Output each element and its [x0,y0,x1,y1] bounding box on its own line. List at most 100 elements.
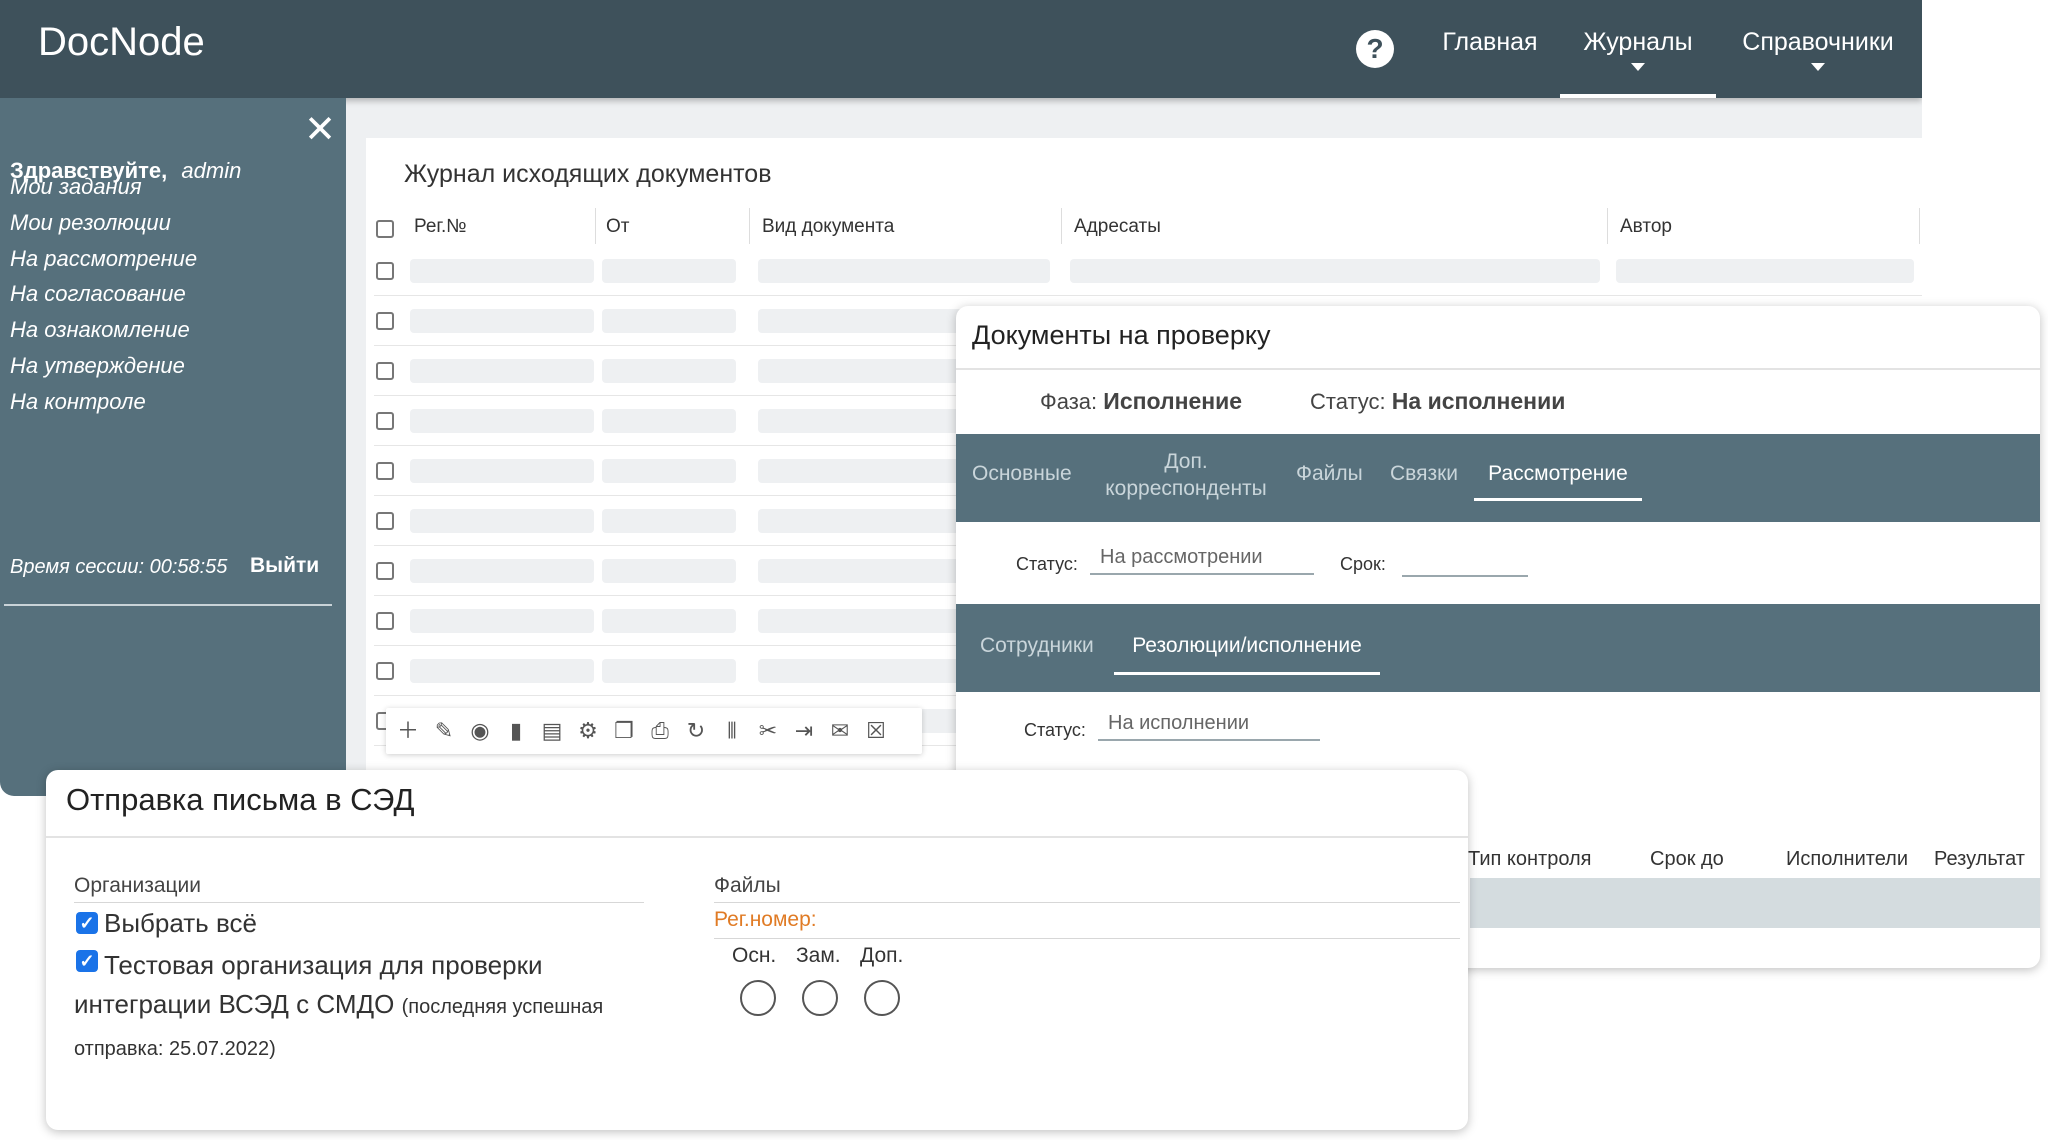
app-logo[interactable]: DocNode [38,20,205,65]
help-icon[interactable]: ? [1356,30,1394,68]
sidebar-item-for-review[interactable]: На рассмотрение [10,246,197,272]
reg-number-label: Рег.номер: [714,908,817,931]
sidebar-item-for-acquaintance[interactable]: На ознакомление [10,317,190,343]
review-status-field[interactable]: На рассмотрении [1090,546,1314,575]
nav-references-label: Справочники [1742,28,1894,56]
file-type-main-radio[interactable] [740,980,776,1016]
sidebar-item-for-confirmation[interactable]: На утверждение [10,353,185,379]
row-toolbar: ＋ ✎ ◉ ▮ ▤ ⚙ ❐ ⎙ ↻ ⦀ ✂ ⇥ ✉ ☒ [386,708,922,754]
table-row[interactable] [374,246,1922,296]
exec-status-field[interactable]: На исполнении [1098,712,1320,741]
clear-filter-icon[interactable]: ✂ [754,717,782,745]
phase-info: Фаза: Исполнение [1040,388,1242,415]
tab-files[interactable]: Файлы [1296,462,1363,486]
excel-icon[interactable]: ☒ [862,717,890,745]
deadline-field[interactable] [1402,546,1528,577]
edit-form-icon[interactable]: ▤ [538,717,566,745]
divider [956,368,2040,370]
sidebar-item-on-control[interactable]: На контроле [10,389,146,415]
review-panel-title: Документы на проверку [972,320,1271,350]
divider [714,938,1460,939]
row-checkbox[interactable] [376,462,394,480]
column-header-from[interactable]: От [600,208,750,244]
column-header-control-type[interactable]: Тип контроля [1468,848,1592,871]
row-checkbox[interactable] [376,262,394,280]
dialog-title: Отправка письма в СЭД [66,782,415,817]
review-status-label: Статус: [1016,554,1078,574]
row-checkbox[interactable] [376,612,394,630]
user-name: admin [181,158,242,183]
row-checkbox[interactable] [376,312,394,330]
column-header-result[interactable]: Результат [1934,848,2025,871]
divider [46,836,1468,838]
column-header-due-date[interactable]: Срок до [1650,848,1724,871]
select-all-checkbox[interactable] [376,220,394,238]
tab-resolutions[interactable]: Резолюции/исполнение [1114,634,1380,675]
nav-home-label: Главная [1442,28,1538,56]
row-checkbox[interactable] [376,412,394,430]
column-header-reg-number[interactable]: Рег.№ [408,208,596,244]
row-checkbox[interactable] [376,562,394,580]
comment-icon[interactable]: ✉ [826,717,854,745]
row-checkbox[interactable] [376,362,394,380]
tab-main[interactable]: Основные [972,462,1072,486]
review-subtabs: Сотрудники Резолюции/исполнение [956,604,2040,692]
deadline-label: Срок: [1340,554,1386,574]
tab-employees[interactable]: Сотрудники [980,634,1094,658]
send-letter-dialog: Отправка письма в СЭД Организации ✓ Выбр… [46,770,1468,1130]
file-type-replace-radio[interactable] [802,980,838,1016]
copy-icon[interactable]: ❐ [610,717,638,745]
organizations-header: Организации [74,874,202,897]
chevron-down-icon [1811,63,1825,71]
export-icon[interactable]: ⇥ [790,717,818,745]
select-all-label[interactable]: Выбрать всё [104,908,257,939]
column-header-author[interactable]: Автор [1614,208,1920,244]
add-icon[interactable]: ＋ [394,717,422,745]
nav-home[interactable]: Главная [1430,0,1550,98]
column-header-executors[interactable]: Исполнители [1786,848,1908,871]
column-header-addressees[interactable]: Адресаты [1068,208,1608,244]
delete-icon[interactable]: ▮ [502,717,530,745]
columns-icon[interactable]: ⦀ [718,717,746,745]
settings-icon[interactable]: ⚙ [574,717,602,745]
status-label: Статус: [1310,389,1386,414]
phase-label: Фаза: [1040,389,1098,414]
sidebar-divider [4,604,332,606]
organization-label[interactable]: Тестовая организация для проверки интегр… [74,946,664,1069]
sidebar-item-for-approval[interactable]: На согласование [10,281,186,307]
divider [714,902,1460,903]
phase-value: Исполнение [1103,388,1243,414]
top-navbar: DocNode ? Главная Журналы Справочники [0,0,1922,98]
sidebar-item-my-resolutions[interactable]: Мои резолюции [10,210,171,236]
file-type-extra-label: Доп. [860,944,904,967]
file-type-extra-radio[interactable] [864,980,900,1016]
edit-icon[interactable]: ✎ [430,717,458,745]
status-info: Статус: На исполнении [1310,388,1565,415]
status-value: На исполнении [1391,388,1566,414]
view-icon[interactable]: ◉ [466,717,494,745]
files-header: Файлы [714,874,781,897]
control-table-row[interactable] [1470,878,2040,928]
file-type-replace-label: Зам. [796,944,841,967]
nav-journals-label: Журналы [1583,28,1693,56]
row-checkbox[interactable] [376,512,394,530]
print-icon[interactable]: ⎙ [646,717,674,745]
nav-journals[interactable]: Журналы [1560,0,1716,98]
row-checkbox[interactable] [376,662,394,680]
nav-references[interactable]: Справочники [1728,0,1908,98]
tab-links[interactable]: Связки [1390,462,1458,486]
refresh-icon[interactable]: ↻ [682,717,710,745]
logout-button[interactable]: Выйти [250,554,319,578]
select-all-checkbox[interactable]: ✓ [76,912,98,934]
session-time: Время сессии: 00:58:55 [10,556,228,578]
sidebar-item-my-tasks[interactable]: Мои задания [10,174,142,200]
tab-extra-correspondents[interactable]: Доп. корреспонденты [1096,448,1276,502]
column-header-doc-type[interactable]: Вид документа [756,208,1062,244]
tab-review[interactable]: Рассмотрение [1474,462,1642,501]
exec-status-label: Статус: [1024,720,1086,740]
close-icon[interactable]: ✕ [303,111,337,149]
chevron-down-icon [1631,63,1645,71]
divider [74,902,644,903]
review-tabs: Основные Доп. корреспонденты Файлы Связк… [956,434,2040,522]
sidebar: ✕ Здравствуйте, admin Мои задания Мои ре… [0,98,346,796]
